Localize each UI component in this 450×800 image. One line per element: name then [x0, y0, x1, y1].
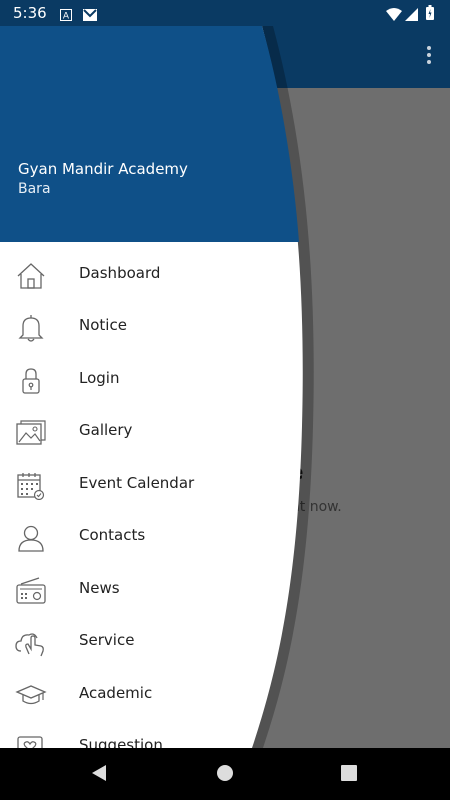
drawer-header-text: Gyan Mandir Academy Bara	[18, 160, 188, 197]
radio-icon	[15, 577, 47, 605]
menu-item-login[interactable]: Login	[0, 355, 290, 407]
menu-item-label: Academic	[79, 684, 153, 702]
menu-item-label: Service	[79, 631, 135, 649]
graduation-cap-icon	[15, 682, 47, 710]
menu-item-news[interactable]: News	[0, 565, 290, 617]
bell-icon	[15, 314, 47, 342]
back-icon[interactable]	[90, 764, 108, 786]
lock-icon	[15, 367, 47, 395]
menu-item-service[interactable]: Service	[0, 617, 290, 669]
person-icon	[15, 524, 47, 552]
drawer-menu: Dashboard Notice Login Gallery Event Cal…	[0, 242, 300, 748]
menu-item-label: Notice	[79, 316, 127, 334]
menu-item-label: Dashboard	[79, 264, 161, 282]
home-button-icon[interactable]	[216, 764, 234, 786]
menu-item-label: Suggestion	[79, 736, 163, 748]
menu-item-gallery[interactable]: Gallery	[0, 407, 290, 459]
school-name: Gyan Mandir Academy	[18, 160, 188, 178]
gallery-icon	[15, 419, 47, 447]
menu-item-suggestion[interactable]: Suggestion	[0, 722, 290, 748]
school-location: Bara	[18, 181, 51, 197]
a-notification-icon: A	[60, 6, 72, 25]
svg-text:A: A	[63, 12, 70, 22]
menu-item-dashboard[interactable]: Dashboard	[0, 250, 290, 302]
menu-item-label: News	[79, 579, 120, 597]
recents-icon[interactable]	[341, 764, 357, 786]
wifi-icon	[386, 6, 402, 25]
battery-icon	[426, 5, 434, 24]
system-nav-bar	[0, 748, 450, 800]
status-bar: 5:36 A	[0, 0, 450, 26]
menu-item-contacts[interactable]: Contacts	[0, 512, 290, 564]
heart-message-icon	[15, 734, 47, 748]
hand-cloud-icon	[15, 629, 47, 657]
calendar-icon	[15, 472, 47, 501]
signal-icon	[405, 6, 418, 25]
menu-item-label: Gallery	[79, 421, 133, 439]
menu-item-academic[interactable]: Academic	[0, 670, 290, 722]
menu-item-label: Contacts	[79, 526, 146, 544]
drawer-header	[0, 26, 299, 242]
menu-item-event-calendar[interactable]: Event Calendar	[0, 460, 290, 512]
gmail-icon	[83, 6, 97, 25]
menu-item-notice[interactable]: Notice	[0, 302, 290, 354]
home-icon	[15, 262, 47, 290]
status-time: 5:36	[13, 4, 47, 22]
menu-item-label: Event Calendar	[79, 474, 195, 492]
menu-item-label: Login	[79, 369, 120, 387]
